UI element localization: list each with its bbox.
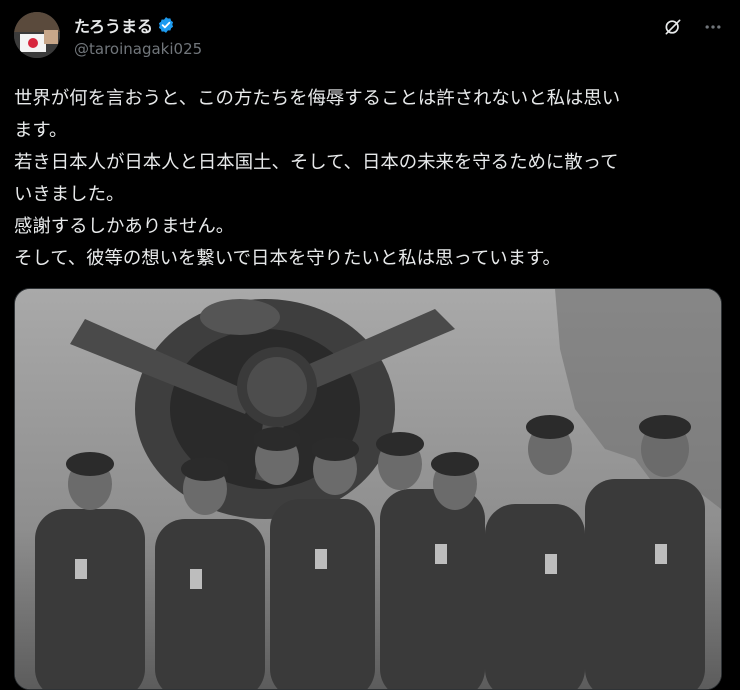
tweet-line: 感謝するしかありません。 [14, 216, 235, 237]
black-and-white-photo [15, 289, 721, 689]
tweet-line: 世界が何を言おうと、この方たちを侮辱することは許されないと私は思い [14, 88, 621, 109]
avatar-with-japan-flag-icon [14, 12, 60, 58]
tweet-line: ます。 [14, 120, 68, 141]
author-avatar[interactable] [14, 12, 60, 58]
tweet-line: そして、彼等の想いを繋いで日本を守りたいと私は思っています。 [14, 248, 561, 269]
grok-icon[interactable] [660, 14, 686, 40]
tweet-line: いきました。 [14, 184, 125, 205]
author-display-name[interactable]: たろうまる [74, 13, 153, 37]
verified-badge-icon [157, 16, 175, 34]
tweet-media-photo[interactable] [14, 288, 722, 690]
tweet-line: 若き日本人が日本人と日本国土、そして、日本の未来を守るために散って [14, 152, 619, 173]
tweet-text: 世界が何を言おうと、この方たちを侮辱することは許されないと私は思い ます。 若き… [14, 83, 726, 275]
author-handle[interactable]: @taroinagaki025 [74, 40, 202, 58]
more-icon[interactable] [700, 14, 726, 40]
tweet-header: たろうまる @taroinagaki025 [14, 12, 726, 60]
